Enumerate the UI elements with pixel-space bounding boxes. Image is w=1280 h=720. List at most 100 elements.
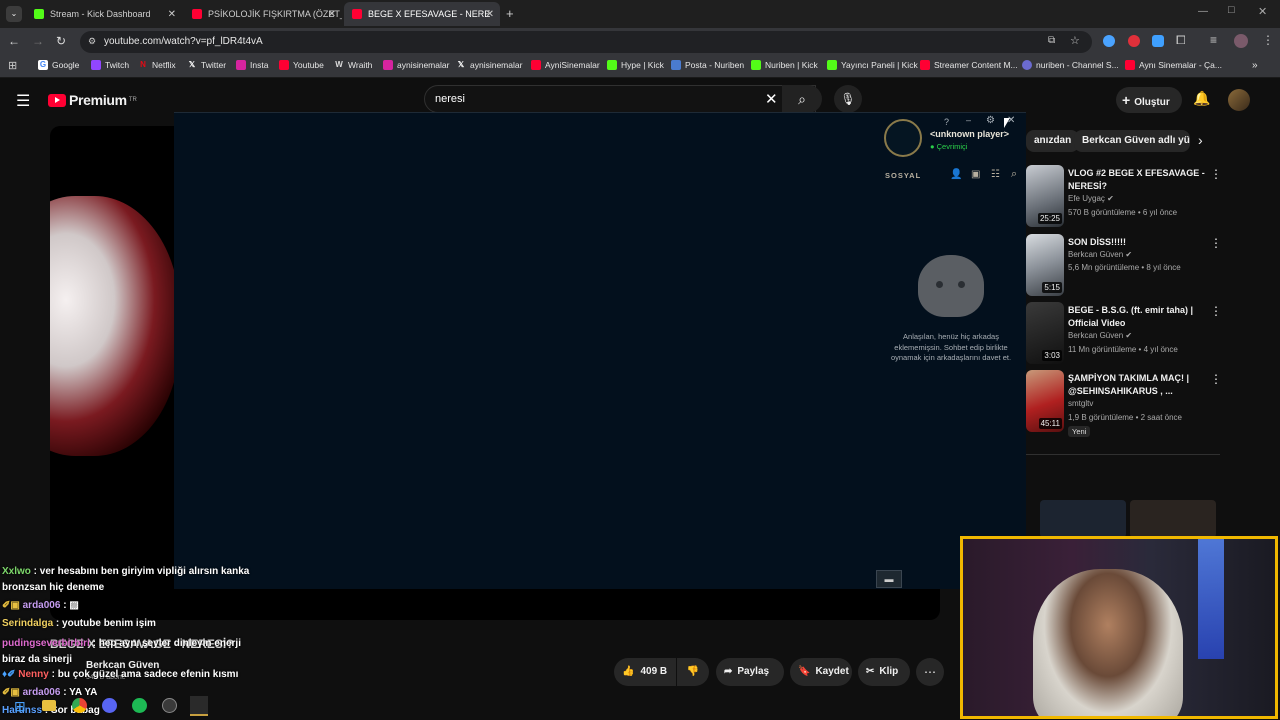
save-button[interactable]: 🔖 Kaydet bbox=[790, 658, 852, 686]
hamburger-menu-icon[interactable]: ☰ bbox=[16, 91, 30, 111]
search-icon[interactable]: ⌕ bbox=[1011, 168, 1017, 181]
search-icon: ⌕ bbox=[798, 91, 806, 107]
maximize-window-button[interactable]: □ bbox=[1228, 4, 1235, 16]
share-button[interactable]: ➦ Paylaş bbox=[716, 658, 784, 686]
chat-bubble-button[interactable]: ▬ bbox=[876, 570, 902, 588]
bookmark-wraith[interactable]: W Wraith bbox=[334, 60, 372, 70]
chip-uploaded-by[interactable]: Berkcan Güven adlı yükl bbox=[1074, 130, 1190, 152]
media-control-icon[interactable]: ≡ bbox=[1210, 33, 1217, 47]
notifications-bell-icon[interactable]: 🔔 bbox=[1193, 90, 1210, 107]
chat-message: ♦✐ Nenny : bu çok güzel ama sadece efeni… bbox=[2, 669, 239, 680]
search-input[interactable]: neresi bbox=[435, 93, 465, 105]
add-friend-icon[interactable]: 👤 bbox=[950, 169, 962, 180]
more-actions-icon[interactable]: ⋮ bbox=[1210, 236, 1222, 250]
tab-search-button[interactable]: ⌄ bbox=[6, 6, 22, 22]
back-arrow-icon[interactable]: ← bbox=[8, 34, 20, 48]
add-folder-icon[interactable]: ▣ bbox=[971, 169, 980, 180]
voice-search-button[interactable]: 🎙 bbox=[834, 85, 862, 113]
search-bar[interactable]: neresi ✕ bbox=[424, 85, 816, 113]
tab-bege-efesavage[interactable]: BEGE X EFESAVAGE - NERE ✕ bbox=[344, 2, 500, 26]
profile-avatar[interactable] bbox=[1234, 34, 1248, 48]
recommendation-item[interactable]: 5:15 SON DİSS!!!!! Berkcan Güven ✔ 5,6 M… bbox=[1026, 234, 1226, 300]
help-icon[interactable]: ? bbox=[944, 117, 949, 127]
forward-arrow-icon[interactable]: → bbox=[32, 34, 44, 48]
list-view-icon[interactable]: ☷ bbox=[991, 169, 1000, 180]
tab-psikolojik[interactable]: PSİKOLOJİK FIŞKIRTMA (ÖZET_ ✕ bbox=[184, 2, 342, 26]
extensions-puzzle-icon[interactable]: ⧠ bbox=[1176, 33, 1186, 48]
bookmark-aynisinemalar-x[interactable]: 𝕏aynisinemalar bbox=[456, 60, 523, 70]
empty-friends-creature-icon bbox=[918, 255, 984, 317]
install-app-icon[interactable]: ⧉ bbox=[1048, 35, 1055, 46]
divider bbox=[1026, 454, 1220, 455]
extension-icon[interactable] bbox=[1128, 35, 1140, 47]
chip-from-channel[interactable]: anızdan bbox=[1026, 130, 1080, 152]
more-actions-button[interactable]: ⋯ bbox=[916, 658, 944, 686]
chrome-icon[interactable] bbox=[72, 698, 87, 713]
bookmark-youtube[interactable]: Youtube bbox=[279, 60, 324, 70]
settings-gear-icon[interactable]: ⚙ bbox=[986, 115, 995, 126]
bookmark-google[interactable]: G Google bbox=[38, 60, 79, 70]
dislike-button[interactable]: 👎 bbox=[677, 658, 709, 686]
chips-next-chevron-icon[interactable]: › bbox=[1198, 132, 1203, 148]
close-window-button[interactable]: ✕ bbox=[1258, 5, 1267, 18]
recommendation-item[interactable]: 25:25 VLOG #2 BEGE X EFESAVAGE - NERESİ?… bbox=[1026, 165, 1226, 231]
clear-search-icon[interactable]: ✕ bbox=[765, 90, 778, 108]
site-info-icon[interactable]: ⚙ bbox=[88, 36, 96, 47]
extension-icon[interactable] bbox=[1152, 35, 1164, 47]
emote-icon: ▨ bbox=[69, 600, 79, 611]
recommendation-item[interactable]: 45:11 ŞAMPİYON TAKIMLA MAÇ! | @SEHINSAHI… bbox=[1026, 370, 1226, 448]
bookmarks-overflow-icon[interactable]: » bbox=[1252, 60, 1258, 71]
thumbs-up-icon: 👍 bbox=[622, 666, 635, 677]
browser-menu-icon[interactable]: ⋮ bbox=[1262, 33, 1274, 47]
bookmark-nuriben-channel[interactable]: nuriben - Channel S... bbox=[1022, 60, 1119, 70]
plus-icon: + bbox=[1122, 92, 1131, 108]
url-field[interactable]: ⚙ youtube.com/watch?v=pf_lDR4t4vA ⧉ ☆ bbox=[80, 31, 1092, 53]
social-heading: SOSYAL bbox=[885, 171, 922, 180]
clip-button[interactable]: ✂ Klip bbox=[858, 658, 910, 686]
bookmark-ayni-sinemalar[interactable]: Aynı Sinemalar - Ça... bbox=[1125, 60, 1222, 70]
minimize-icon[interactable]: – bbox=[966, 115, 971, 125]
discord-icon[interactable] bbox=[102, 698, 117, 713]
close-tab-icon[interactable]: ✕ bbox=[168, 9, 176, 20]
tab-kick-dashboard[interactable]: Stream - Kick Dashboard ✕ bbox=[26, 2, 182, 26]
bookmark-twitch[interactable]: Twitch bbox=[91, 60, 129, 70]
close-tab-icon[interactable]: ✕ bbox=[328, 9, 336, 20]
windows-start-icon[interactable]: ⊞ bbox=[14, 698, 26, 715]
bookmark-aynisinemalar-insta[interactable]: aynisinemalar bbox=[383, 60, 449, 70]
bookmark-netflix[interactable]: N Netflix bbox=[138, 60, 176, 70]
apps-grid-icon[interactable]: ⊞ bbox=[8, 59, 17, 72]
avatar[interactable] bbox=[1228, 89, 1250, 111]
bookmark-hype-kick[interactable]: Hype | Kick bbox=[607, 60, 664, 70]
obs-icon[interactable] bbox=[162, 698, 177, 713]
search-button[interactable]: ⌕ bbox=[782, 85, 822, 113]
bookmark-yayinci-paneli[interactable]: Yayıncı Paneli | Kick bbox=[827, 60, 918, 70]
create-button[interactable]: + Oluştur bbox=[1116, 87, 1182, 113]
recommendation-item[interactable]: 3:03 BEGE - B.S.G. (ft. emir taha) | Off… bbox=[1026, 302, 1226, 368]
microphone-icon: 🎙 bbox=[840, 92, 856, 106]
youtube-logo[interactable]: Premium TR bbox=[48, 92, 137, 108]
more-actions-icon[interactable]: ⋮ bbox=[1210, 167, 1222, 181]
bookmark-aynisinemalar-yt[interactable]: AyniSinemalar bbox=[531, 60, 600, 70]
bookmark-nuriben-kick[interactable]: Nuriben | Kick bbox=[751, 60, 818, 70]
bookmark-insta[interactable]: Insta bbox=[236, 60, 268, 70]
bookmark-posta[interactable]: Posta - Nuriben bbox=[671, 60, 744, 70]
like-button[interactable]: 👍 409 B bbox=[614, 658, 676, 686]
game-client-taskbar-icon[interactable] bbox=[190, 696, 208, 716]
close-tab-icon[interactable]: ✕ bbox=[486, 9, 494, 20]
extension-icon[interactable] bbox=[1103, 35, 1115, 47]
minimize-window-button[interactable]: — bbox=[1198, 6, 1208, 17]
reload-icon[interactable]: ↻ bbox=[56, 34, 66, 48]
bookmark-twitter[interactable]: 𝕏 Twitter bbox=[187, 60, 226, 70]
verified-icon: ✔ bbox=[1107, 194, 1114, 203]
bookmark-streamer-content[interactable]: Streamer Content M... bbox=[920, 60, 1018, 70]
address-bar-row: ← → ↻ ⚙ youtube.com/watch?v=pf_lDR4t4vA … bbox=[0, 28, 1280, 56]
more-actions-icon[interactable]: ⋮ bbox=[1210, 372, 1222, 386]
file-explorer-icon[interactable] bbox=[42, 700, 56, 711]
new-tab-button[interactable]: + bbox=[506, 6, 514, 21]
video-thumbnail: 3:03 bbox=[1026, 302, 1064, 364]
kick-icon bbox=[607, 60, 617, 70]
spotify-icon[interactable] bbox=[132, 698, 147, 713]
bookmark-star-icon[interactable]: ☆ bbox=[1070, 34, 1080, 47]
profile-icon-ring[interactable] bbox=[884, 119, 922, 157]
more-actions-icon[interactable]: ⋮ bbox=[1210, 304, 1222, 318]
